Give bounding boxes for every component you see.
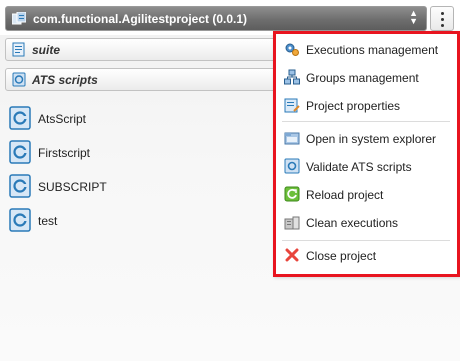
ats-script-icon bbox=[12, 72, 26, 87]
menu-item-label: Reload project bbox=[306, 188, 384, 202]
reload-icon bbox=[284, 186, 300, 202]
menu-item-label: Executions management bbox=[306, 43, 439, 57]
close-icon bbox=[285, 248, 299, 262]
gear-icon bbox=[285, 43, 299, 56]
groups-icon bbox=[284, 69, 300, 85]
ats-script-icon bbox=[284, 158, 300, 174]
menu-item-label: Groups management bbox=[306, 71, 419, 85]
ats-script-icon bbox=[9, 106, 31, 130]
folder-icon bbox=[284, 132, 300, 145]
menu-item-label: Clean executions bbox=[306, 216, 399, 230]
clean-icon bbox=[284, 216, 300, 230]
menu-item-label: Open in system explorer bbox=[306, 132, 437, 146]
suite-label: suite bbox=[32, 43, 61, 57]
menu-item-groups-management[interactable]: Groups management bbox=[276, 65, 457, 91]
suite-icon bbox=[12, 42, 25, 57]
menu-item-close-project[interactable]: Close project bbox=[276, 243, 457, 269]
properties-icon bbox=[284, 98, 300, 113]
more-options-button[interactable] bbox=[430, 6, 454, 31]
menu-item-executions-management[interactable]: Executions management bbox=[276, 37, 457, 63]
menu-separator bbox=[282, 240, 450, 241]
ats-scripts-label: ATS scripts bbox=[32, 73, 98, 87]
ats-script-icon bbox=[9, 208, 31, 232]
ats-script-icon bbox=[9, 174, 31, 198]
menu-item-project-properties[interactable]: Project properties bbox=[276, 93, 457, 119]
script-name: test bbox=[38, 214, 58, 228]
project-selector[interactable]: com.functional.Agilitestproject (0.0.1) … bbox=[5, 6, 427, 31]
script-name: Firstscript bbox=[38, 146, 90, 160]
project-context-menu: Executions management Groups management … bbox=[273, 31, 460, 277]
script-name: AtsScript bbox=[38, 112, 87, 126]
script-name: SUBSCRIPT bbox=[38, 180, 107, 194]
menu-item-label: Validate ATS scripts bbox=[306, 160, 412, 174]
menu-item-validate-ats-scripts[interactable]: Validate ATS scripts bbox=[276, 154, 457, 180]
menu-item-label: Project properties bbox=[306, 99, 401, 113]
menu-separator bbox=[282, 121, 450, 122]
menu-item-clean-executions[interactable]: Clean executions bbox=[276, 210, 457, 236]
menu-item-label: Close project bbox=[306, 249, 377, 263]
project-icon bbox=[12, 12, 26, 25]
project-title: com.functional.Agilitestproject (0.0.1) bbox=[33, 12, 248, 26]
menu-item-reload-project[interactable]: Reload project bbox=[276, 182, 457, 208]
menu-item-open-in-system-explorer[interactable]: Open in system explorer bbox=[276, 126, 457, 152]
chevron-updown-icon: ▲ ▼ bbox=[409, 8, 418, 26]
ats-script-icon bbox=[9, 140, 31, 164]
